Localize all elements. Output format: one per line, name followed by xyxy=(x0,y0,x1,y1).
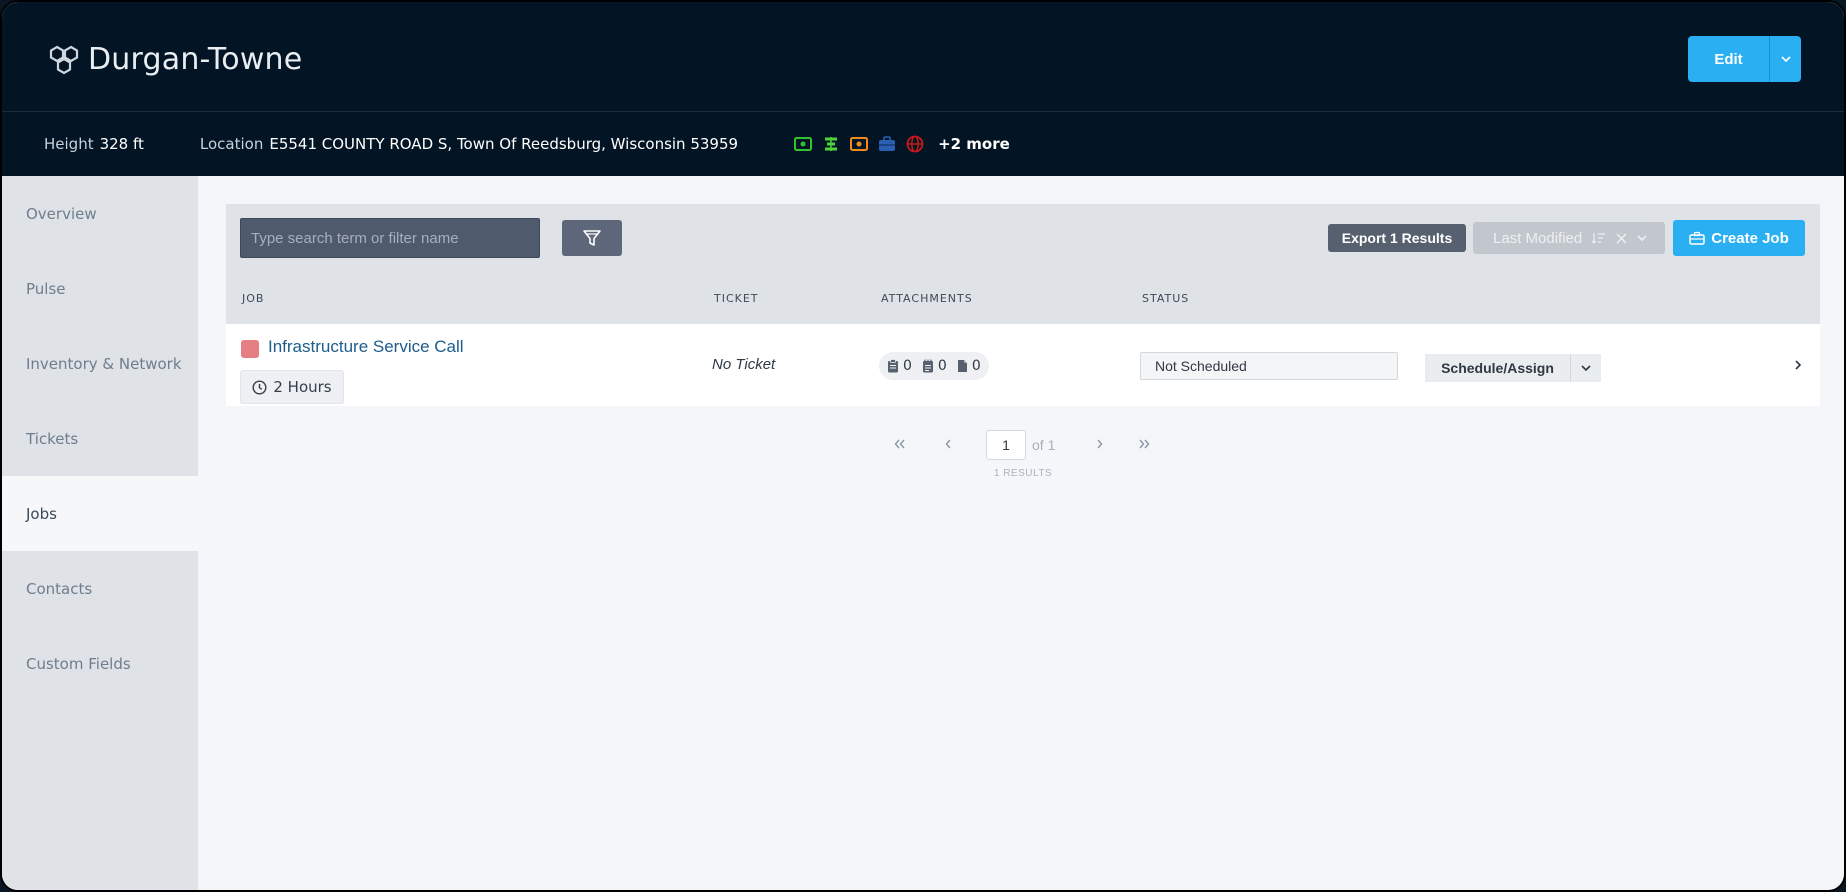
file-count: 0 xyxy=(971,358,981,374)
stack-icon[interactable] xyxy=(822,135,840,153)
sidebar-item-pulse[interactable]: Pulse xyxy=(2,251,198,326)
money-icon[interactable] xyxy=(850,135,869,153)
schedule-assign-button[interactable]: Schedule/Assign xyxy=(1425,354,1571,382)
more-tags-link[interactable]: +2 more xyxy=(938,135,1010,153)
filter-icon xyxy=(583,230,601,246)
column-header-attachments[interactable]: ATTACHMENTS xyxy=(881,292,973,305)
clipboard-count: 0 xyxy=(903,358,912,374)
ticket-value: No Ticket xyxy=(712,356,776,373)
attachments-counts: 0 0 0 xyxy=(879,352,989,380)
last-page-icon[interactable] xyxy=(1138,438,1150,453)
sort-label: Last Modified xyxy=(1493,229,1583,247)
file-icon xyxy=(957,360,967,372)
brand: Durgan-Towne xyxy=(48,42,302,77)
height-label: Height xyxy=(44,135,94,153)
chevron-right-icon[interactable] xyxy=(1794,356,1802,375)
create-job-label: Create Job xyxy=(1711,229,1789,247)
edit-button-group: Edit xyxy=(1688,36,1801,82)
sidebar-item-custom-fields[interactable]: Custom Fields xyxy=(2,626,198,701)
chevron-down-icon xyxy=(1780,56,1791,62)
edit-button[interactable]: Edit xyxy=(1688,36,1770,82)
site-meta-bar: Height 328 ft Location E5541 COUNTY ROAD… xyxy=(2,112,1844,176)
first-page-icon[interactable] xyxy=(894,438,906,453)
clipboard-icon xyxy=(888,359,898,373)
schedule-dropdown-toggle[interactable] xyxy=(1571,354,1601,382)
page-number-input[interactable] xyxy=(986,430,1026,460)
location-label: Location xyxy=(199,135,264,153)
edit-dropdown-toggle[interactable] xyxy=(1770,36,1801,82)
site-header: Durgan-Towne Edit xyxy=(2,2,1844,112)
notepad-icon xyxy=(922,359,933,373)
clock-icon xyxy=(252,379,267,395)
filter-button[interactable] xyxy=(562,220,622,256)
height-value: 328 ft xyxy=(99,135,144,153)
sort-select[interactable]: Last Modified xyxy=(1473,222,1665,254)
column-header-job[interactable]: JOB xyxy=(242,292,264,305)
app-window: Durgan-Towne Edit Height 328 ft Location… xyxy=(0,0,1846,892)
hexagons-logo-icon xyxy=(48,44,80,76)
briefcase-icon xyxy=(1689,231,1705,245)
column-header-ticket[interactable]: TICKET xyxy=(714,292,759,305)
page-total: of 1 xyxy=(1032,437,1056,453)
table-header: JOB TICKET ATTACHMENTS STATUS xyxy=(226,272,1820,324)
job-color-swatch xyxy=(241,340,259,358)
jobs-panel: Export 1 Results Last Modified Create Jo… xyxy=(198,176,1844,890)
column-header-status[interactable]: STATUS xyxy=(1142,292,1189,305)
next-page-icon[interactable] xyxy=(1096,438,1104,453)
pagination: of 1 xyxy=(198,430,1844,460)
export-button[interactable]: Export 1 Results xyxy=(1328,224,1466,252)
search-input[interactable] xyxy=(240,218,540,258)
sort-order-icon[interactable] xyxy=(1592,232,1606,244)
chevron-down-icon[interactable] xyxy=(1637,235,1647,241)
sidebar-item-tickets[interactable]: Tickets xyxy=(2,401,198,476)
sidebar-item-inventory-network[interactable]: Inventory & Network xyxy=(2,326,198,401)
clear-sort-icon[interactable] xyxy=(1616,232,1627,244)
note-count: 0 xyxy=(937,358,947,374)
briefcase-icon[interactable] xyxy=(878,135,896,153)
prev-page-icon[interactable] xyxy=(944,438,952,453)
schedule-assign-group: Schedule/Assign xyxy=(1425,354,1601,382)
sidebar-item-overview[interactable]: Overview xyxy=(2,176,198,251)
job-title-link[interactable]: Infrastructure Service Call xyxy=(268,337,464,357)
site-tags: +2 more xyxy=(794,135,1010,153)
location-meta: Location E5541 COUNTY ROAD S, Town Of Re… xyxy=(200,135,738,153)
money-icon[interactable] xyxy=(794,135,813,153)
chevron-down-icon xyxy=(1581,365,1591,371)
create-job-button[interactable]: Create Job xyxy=(1673,220,1805,256)
page-title: Durgan-Towne xyxy=(88,42,303,77)
jobs-toolbar: Export 1 Results Last Modified Create Jo… xyxy=(226,204,1820,272)
status-field[interactable]: Not Scheduled xyxy=(1140,352,1398,380)
sidebar-item-jobs[interactable]: Jobs xyxy=(2,476,198,551)
sidebar-item-contacts[interactable]: Contacts xyxy=(2,551,198,626)
attachment-count-item[interactable]: 0 xyxy=(922,358,947,374)
duration-value: 2 Hours xyxy=(273,378,332,396)
results-count: 1 RESULTS xyxy=(993,468,1053,479)
attachment-count-item[interactable]: 0 xyxy=(887,358,912,374)
attachment-count-item[interactable]: 0 xyxy=(957,358,981,374)
location-value: E5541 COUNTY ROAD S, Town Of Reedsburg, … xyxy=(269,135,739,153)
duration-badge: 2 Hours xyxy=(240,370,344,404)
table-row[interactable]: Infrastructure Service Call 2 Hours No T… xyxy=(226,324,1820,406)
globe-icon[interactable] xyxy=(906,135,924,153)
sidebar: Overview Pulse Inventory & Network Ticke… xyxy=(2,176,198,890)
height-meta: Height 328 ft xyxy=(44,135,144,153)
